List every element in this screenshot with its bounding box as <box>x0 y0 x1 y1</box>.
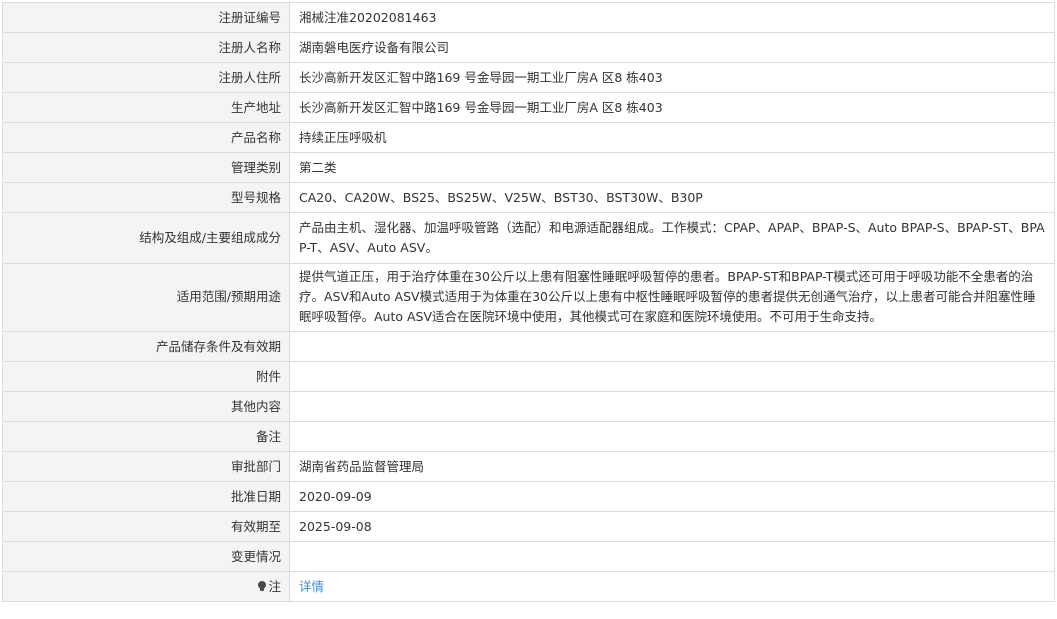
row-production-address: 生产地址 长沙高新开发区汇智中路169 号金导园一期工业厂房A 区8 栋403 <box>2 92 1055 123</box>
row-registration-number: 注册证编号 湘械注准20202081463 <box>2 2 1055 33</box>
row-intended-use: 适用范围/预期用途 提供气道正压，用于治疗体重在30公斤以上患有阻塞性睡眠呼吸暂… <box>2 263 1055 332</box>
value-valid-until: 2025-09-08 <box>289 511 1055 542</box>
value-registration-number: 湘械注准20202081463 <box>289 2 1055 33</box>
label-storage-conditions: 产品储存条件及有效期 <box>2 331 290 362</box>
value-registrant-name: 湖南磐电医疗设备有限公司 <box>289 32 1055 63</box>
label-other-content: 其他内容 <box>2 391 290 422</box>
row-product-name: 产品名称 持续正压呼吸机 <box>2 122 1055 153</box>
value-approval-date: 2020-09-09 <box>289 481 1055 512</box>
row-registrant-address: 注册人住所 长沙高新开发区汇智中路169 号金导园一期工业厂房A 区8 栋403 <box>2 62 1055 93</box>
value-production-address: 长沙高新开发区汇智中路169 号金导园一期工业厂房A 区8 栋403 <box>289 92 1055 123</box>
label-intended-use: 适用范围/预期用途 <box>2 263 290 332</box>
value-structure-composition: 产品由主机、湿化器、加温呼吸管路（选配）和电源适配器组成。工作模式：CPAP、A… <box>289 212 1055 264</box>
row-attachments: 附件 <box>2 361 1055 392</box>
row-remarks: 备注 <box>2 421 1055 452</box>
row-change-history: 变更情况 <box>2 541 1055 572</box>
label-registration-number: 注册证编号 <box>2 2 290 33</box>
row-structure-composition: 结构及组成/主要组成成分 产品由主机、湿化器、加温呼吸管路（选配）和电源适配器组… <box>2 212 1055 264</box>
registration-detail-panel: 注册证编号 湘械注准20202081463 注册人名称 湖南磐电医疗设备有限公司… <box>2 2 1055 602</box>
note-label-text: 注 <box>268 578 281 594</box>
label-change-history: 变更情况 <box>2 541 290 572</box>
label-approval-date: 批准日期 <box>2 481 290 512</box>
value-note: 详情 <box>289 571 1055 602</box>
row-approval-date: 批准日期 2020-09-09 <box>2 481 1055 512</box>
label-product-name: 产品名称 <box>2 122 290 153</box>
label-model-spec: 型号规格 <box>2 182 290 213</box>
row-approval-department: 审批部门 湖南省药品监督管理局 <box>2 451 1055 482</box>
label-registrant-address: 注册人住所 <box>2 62 290 93</box>
value-attachments <box>289 361 1055 392</box>
label-valid-until: 有效期至 <box>2 511 290 542</box>
value-change-history <box>289 541 1055 572</box>
label-attachments: 附件 <box>2 361 290 392</box>
value-other-content <box>289 391 1055 422</box>
value-approval-department: 湖南省药品监督管理局 <box>289 451 1055 482</box>
label-remarks: 备注 <box>2 421 290 452</box>
label-approval-department: 审批部门 <box>2 451 290 482</box>
value-storage-conditions <box>289 331 1055 362</box>
value-intended-use: 提供气道正压，用于治疗体重在30公斤以上患有阻塞性睡眠呼吸暂停的患者。BPAP-… <box>289 263 1055 332</box>
row-registrant-name: 注册人名称 湖南磐电医疗设备有限公司 <box>2 32 1055 63</box>
row-model-spec: 型号规格 CA20、CA20W、BS25、BS25W、V25W、BST30、BS… <box>2 182 1055 213</box>
label-registrant-name: 注册人名称 <box>2 32 290 63</box>
row-note: 注 详情 <box>2 571 1055 602</box>
value-product-name: 持续正压呼吸机 <box>289 122 1055 153</box>
details-link[interactable]: 详情 <box>299 579 324 594</box>
row-other-content: 其他内容 <box>2 391 1055 422</box>
registration-detail-table: 注册证编号 湘械注准20202081463 注册人名称 湖南磐电医疗设备有限公司… <box>2 2 1055 602</box>
label-note: 注 <box>2 571 290 602</box>
row-storage-conditions: 产品储存条件及有效期 <box>2 331 1055 362</box>
label-production-address: 生产地址 <box>2 92 290 123</box>
value-management-category: 第二类 <box>289 152 1055 183</box>
row-management-category: 管理类别 第二类 <box>2 152 1055 183</box>
row-valid-until: 有效期至 2025-09-08 <box>2 511 1055 542</box>
value-remarks <box>289 421 1055 452</box>
value-model-spec: CA20、CA20W、BS25、BS25W、V25W、BST30、BST30W、… <box>289 182 1055 213</box>
label-management-category: 管理类别 <box>2 152 290 183</box>
label-structure-composition: 结构及组成/主要组成成分 <box>2 212 290 264</box>
lightbulb-icon <box>258 580 267 592</box>
value-registrant-address: 长沙高新开发区汇智中路169 号金导园一期工业厂房A 区8 栋403 <box>289 62 1055 93</box>
